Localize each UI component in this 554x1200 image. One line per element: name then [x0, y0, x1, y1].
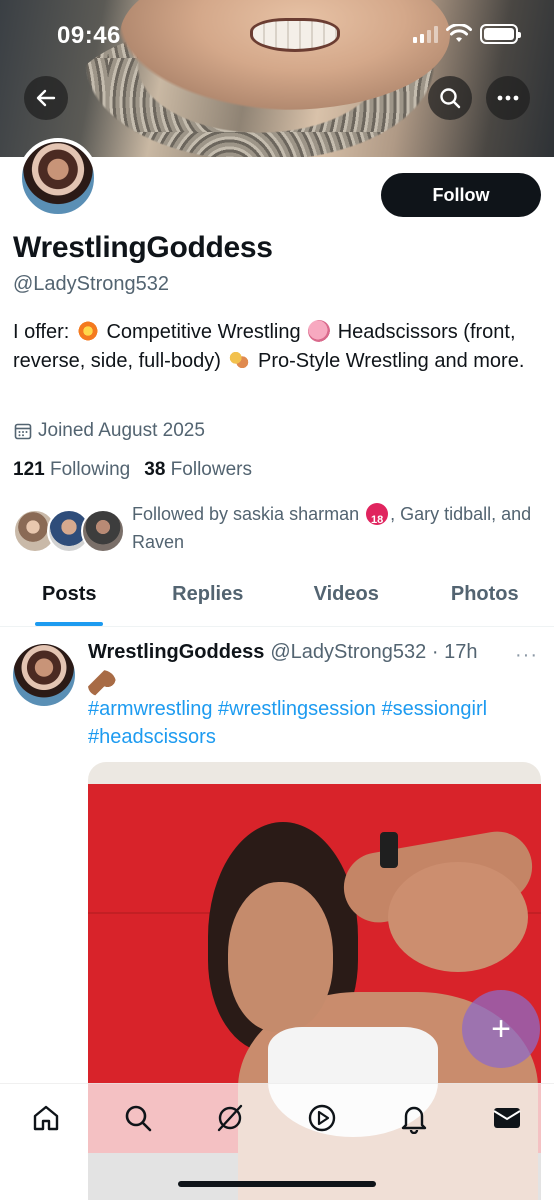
profile-display-name: WrestlingGoddess	[13, 231, 273, 264]
post-more-button[interactable]: ···	[515, 644, 538, 667]
joined-text: Joined August 2025	[38, 420, 205, 441]
media-watch	[380, 832, 398, 868]
battery-icon	[480, 24, 521, 44]
avatar	[81, 509, 125, 553]
tab-photos[interactable]: Photos	[416, 567, 554, 626]
profile-tabs: Posts Replies Videos Photos	[0, 567, 554, 627]
tab-posts[interactable]: Posts	[0, 567, 139, 626]
profile-handle: @LadyStrong532	[13, 273, 169, 295]
arrow-left-icon	[36, 89, 56, 107]
followers-count: 38	[144, 459, 166, 480]
signal-icon	[413, 25, 438, 43]
banner-smile	[250, 18, 340, 52]
profile-avatar[interactable]	[18, 138, 98, 218]
collision-emoji-icon	[76, 320, 99, 342]
wrestlers-emoji-icon	[228, 349, 251, 371]
no-one-under-18-icon	[366, 503, 389, 534]
search-button[interactable]	[428, 76, 472, 120]
followers-label: Followers	[170, 459, 252, 480]
wifi-icon	[446, 24, 472, 42]
calendar-icon	[14, 423, 32, 440]
tab-videos[interactable]: Videos	[277, 567, 416, 626]
followed-by-part: Followed by saskia sharman	[132, 504, 365, 524]
followers-link[interactable]: 38 Followers	[144, 459, 252, 481]
search-icon	[440, 88, 461, 109]
notifications-icon[interactable]	[397, 1101, 431, 1135]
bio-text: Competitive Wrestling	[100, 321, 307, 343]
post-hashtags[interactable]: #armwrestling #wrestlingsession #session…	[88, 695, 538, 751]
status-time: 09:46	[57, 22, 121, 49]
joined-date: Joined August 2025	[14, 420, 205, 442]
followed-by-avatars	[13, 509, 125, 557]
plus-icon: +	[491, 1009, 511, 1048]
more-horizontal-icon	[497, 95, 519, 101]
following-label: Following	[49, 459, 131, 480]
grok-icon[interactable]	[213, 1101, 247, 1135]
home-indicator	[178, 1181, 376, 1187]
compose-fab-button[interactable]: +	[462, 990, 540, 1068]
followed-by[interactable]: Followed by saskia sharman , Gary tidbal…	[13, 500, 532, 557]
post-author-name[interactable]: WrestlingGoddess	[88, 641, 264, 664]
following-count: 121	[13, 459, 45, 480]
flexed-biceps-emoji-icon	[88, 670, 116, 696]
brain-emoji-icon	[308, 320, 331, 342]
post-avatar[interactable]	[13, 644, 75, 706]
video-icon[interactable]	[305, 1101, 339, 1135]
follow-counts: 121 Following 38 Followers	[13, 459, 252, 481]
search-icon[interactable]	[121, 1101, 155, 1135]
home-icon[interactable]	[29, 1101, 63, 1135]
following-link[interactable]: 121 Following	[13, 459, 130, 481]
profile-bio: I offer: Competitive Wrestling Headsciss…	[13, 318, 543, 376]
post-meta: @LadyStrong532 · 17h	[270, 641, 478, 663]
media-bicep	[388, 862, 528, 972]
bio-text: I offer:	[13, 321, 75, 343]
bio-text: Pro-Style Wrestling and more.	[252, 350, 525, 372]
messages-icon[interactable]	[490, 1101, 524, 1135]
follow-button[interactable]: Follow	[381, 173, 541, 217]
back-button[interactable]	[24, 76, 68, 120]
followed-by-text: Followed by saskia sharman , Gary tidbal…	[132, 500, 532, 556]
post-header: WrestlingGoddess @LadyStrong532 · 17h	[88, 641, 477, 664]
tab-replies[interactable]: Replies	[139, 567, 278, 626]
status-icons	[413, 24, 521, 44]
more-options-button[interactable]	[486, 76, 530, 120]
media-face	[228, 882, 333, 1032]
